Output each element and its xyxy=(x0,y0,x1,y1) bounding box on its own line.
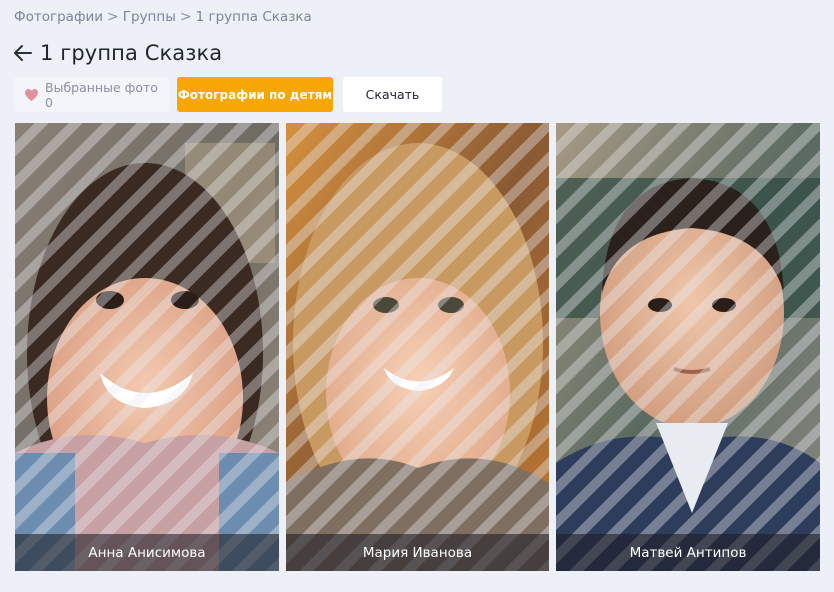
breadcrumb-item-photos[interactable]: Фотографии xyxy=(14,9,103,25)
child-photo-card[interactable]: Анна Анисимова xyxy=(15,123,279,571)
child-name: Анна Анисимова xyxy=(15,534,279,571)
favorites-button[interactable]: Выбранные фото 0 xyxy=(14,77,169,112)
heart-icon xyxy=(24,88,39,102)
child-photo xyxy=(15,123,279,571)
breadcrumb-item-groups[interactable]: Группы xyxy=(123,9,176,25)
child-photo xyxy=(286,123,549,571)
breadcrumb: Фотографии > Группы > 1 группа Сказка xyxy=(14,7,312,27)
child-name: Мария Иванова xyxy=(286,534,549,571)
page-title: 1 группа Сказка xyxy=(40,41,223,65)
photos-by-children-button[interactable]: Фотографии по детям xyxy=(177,77,333,112)
child-photo xyxy=(556,123,820,571)
favorites-label: Выбранные фото 0 xyxy=(45,79,158,110)
breadcrumb-separator-icon: > xyxy=(179,9,192,25)
arrow-left-icon[interactable] xyxy=(12,42,34,64)
download-button[interactable]: Скачать xyxy=(343,77,442,112)
toolbar: Выбранные фото 0 Фотографии по детям Ска… xyxy=(14,77,442,112)
photo-gallery: Анна Анисимова Мария Иванова Матвей Анти… xyxy=(15,123,820,571)
breadcrumb-item-current: 1 группа Сказка xyxy=(195,9,312,25)
child-photo-card[interactable]: Мария Иванова xyxy=(286,123,549,571)
child-name: Матвей Антипов xyxy=(556,534,820,571)
breadcrumb-separator-icon: > xyxy=(107,9,119,25)
title-row: 1 группа Сказка xyxy=(12,37,222,69)
child-photo-card[interactable]: Матвей Антипов xyxy=(556,123,820,571)
